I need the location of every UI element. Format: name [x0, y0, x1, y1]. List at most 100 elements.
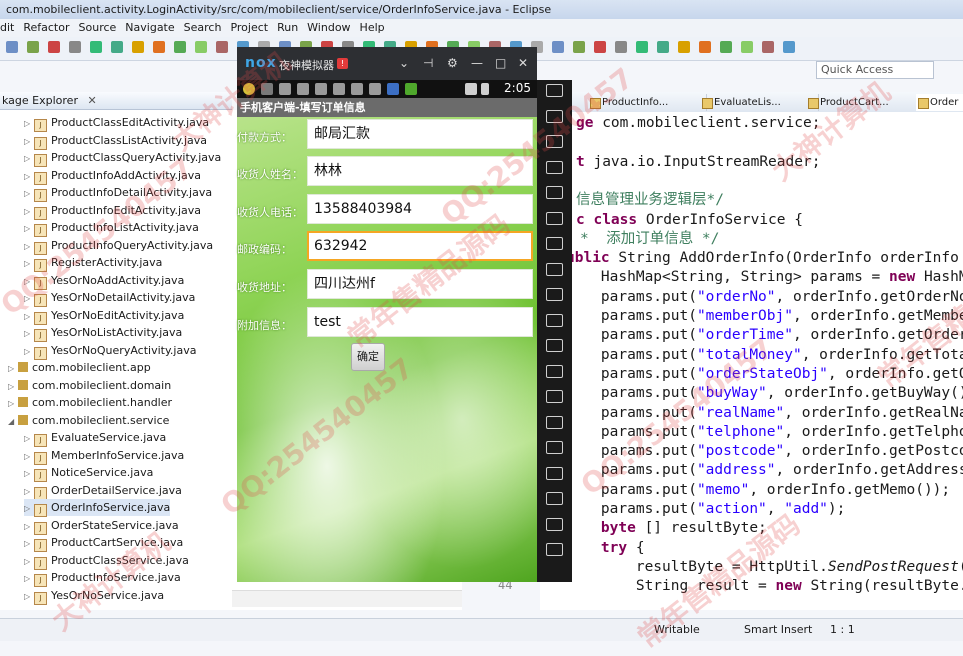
- expand-right-icon[interactable]: ▷: [24, 518, 34, 535]
- shake-icon[interactable]: [546, 339, 563, 352]
- package-node[interactable]: ◢ com.mobileclient.service: [8, 412, 169, 429]
- expand-right-icon[interactable]: ▷: [24, 150, 34, 167]
- expand-right-icon[interactable]: ▷: [24, 343, 34, 360]
- file-node[interactable]: ▷ J ProductInfoEditActivity.java: [24, 202, 201, 220]
- expand-right-icon[interactable]: ▷: [24, 570, 34, 587]
- expand-right-icon[interactable]: ▷: [8, 378, 18, 395]
- toolbar-button-icon[interactable]: [174, 41, 186, 53]
- expand-right-icon[interactable]: ▷: [8, 360, 18, 377]
- expand-right-icon[interactable]: ▷: [24, 290, 34, 307]
- receiver-phone-field[interactable]: 13588403984: [307, 194, 533, 224]
- toolbar-button-icon[interactable]: [678, 41, 690, 53]
- expand-right-icon[interactable]: ▷: [24, 185, 34, 202]
- file-node[interactable]: ▷ J ProductInfoQueryActivity.java: [24, 237, 213, 255]
- back-icon[interactable]: [546, 492, 563, 505]
- expand-right-icon[interactable]: ▷: [24, 220, 34, 237]
- multi-instance-icon[interactable]: [546, 466, 563, 480]
- toolbar-button-icon[interactable]: [762, 41, 774, 53]
- editor-tab[interactable]: EvaluateLis...: [700, 94, 819, 111]
- toolbar-button-icon[interactable]: [27, 41, 39, 53]
- expand-right-icon[interactable]: ▷: [24, 588, 34, 605]
- editor-tab[interactable]: ProductCart...: [806, 94, 925, 111]
- toolbar-button-icon[interactable]: [195, 41, 207, 53]
- toolbar-button-icon[interactable]: [720, 41, 732, 53]
- alert-badge[interactable]: !: [337, 58, 348, 69]
- menu-item-navigate[interactable]: Navigate: [125, 21, 174, 34]
- expand-right-icon[interactable]: ▷: [24, 238, 34, 255]
- file-node[interactable]: ▷ J OrderDetailService.java: [24, 482, 182, 500]
- file-node[interactable]: ▷ J YesOrNoEditActivity.java: [24, 307, 184, 325]
- expand-right-icon[interactable]: ▷: [24, 500, 34, 517]
- menu-item-dit[interactable]: dit: [0, 21, 14, 34]
- apk-icon[interactable]: [546, 313, 563, 327]
- toolbar-button-icon[interactable]: [111, 41, 123, 53]
- screen-icon[interactable]: [546, 211, 563, 225]
- file-node[interactable]: ▷ J ProductInfoListActivity.java: [24, 219, 199, 237]
- quick-access-input[interactable]: Quick Access: [816, 61, 934, 79]
- package-explorer-tab[interactable]: kage Explorer ✕: [0, 92, 232, 110]
- package-node[interactable]: ▷ com.mobileclient.handler: [8, 394, 172, 411]
- keyboard-icon[interactable]: [546, 109, 563, 123]
- toolbar-button-icon[interactable]: [552, 41, 564, 53]
- menu-icon[interactable]: [546, 441, 563, 454]
- maximize-icon[interactable]: □: [495, 56, 506, 70]
- toolbar-button-icon[interactable]: [153, 41, 165, 53]
- expand-right-icon[interactable]: ▷: [24, 465, 34, 482]
- menu-item-window[interactable]: Window: [307, 21, 350, 34]
- screenshot-icon[interactable]: [546, 135, 563, 148]
- dropdown-icon[interactable]: ⌄: [399, 56, 409, 70]
- volume-down-icon[interactable]: [546, 288, 563, 301]
- close-icon[interactable]: ✕: [87, 94, 96, 107]
- settings-icon[interactable]: ⚙: [447, 56, 458, 70]
- toolbar-button-icon[interactable]: [48, 41, 60, 53]
- file-node[interactable]: ▷ J YesOrNoDetailActivity.java: [24, 289, 195, 307]
- expand-right-icon[interactable]: ▷: [24, 168, 34, 185]
- toolbar-button-icon[interactable]: [573, 41, 585, 53]
- file-node[interactable]: ▷ J YesOrNoAddActivity.java: [24, 272, 184, 290]
- file-node[interactable]: ▷ J EvaluateService.java: [24, 429, 166, 447]
- toolbar-button-icon[interactable]: [90, 41, 102, 53]
- expand-right-icon[interactable]: ▷: [24, 115, 34, 132]
- expand-right-icon[interactable]: ▷: [24, 553, 34, 570]
- submit-button[interactable]: 确定: [351, 343, 385, 371]
- memo-field[interactable]: test: [307, 307, 533, 337]
- toolbar-button-icon[interactable]: [132, 41, 144, 53]
- expand-right-icon[interactable]: ▷: [24, 203, 34, 220]
- resize-icon[interactable]: [546, 237, 563, 250]
- file-node[interactable]: ▷ J ProductInfoService.java: [24, 569, 181, 587]
- expand-right-icon[interactable]: ▷: [24, 308, 34, 325]
- expand-right-icon[interactable]: ▷: [24, 133, 34, 150]
- volume-up-icon[interactable]: [546, 262, 563, 276]
- editor-tab[interactable]: Order: [916, 94, 963, 111]
- file-node[interactable]: ▷ J MemberInfoService.java: [24, 447, 184, 465]
- expand-right-icon[interactable]: ▷: [24, 448, 34, 465]
- payment-method-field[interactable]: 邮局汇款: [307, 119, 533, 149]
- pin-icon[interactable]: ⊣: [423, 56, 433, 70]
- file-node[interactable]: ▷ J ProductClassListActivity.java: [24, 132, 207, 150]
- recent-icon[interactable]: [546, 543, 563, 556]
- scissors-icon[interactable]: [546, 160, 563, 174]
- file-node[interactable]: ▷ J RegisterActivity.java: [24, 254, 162, 272]
- toolbar-button-icon[interactable]: [69, 41, 81, 53]
- minimize-icon[interactable]: —: [471, 56, 483, 70]
- record-icon[interactable]: [546, 390, 563, 403]
- package-node[interactable]: ▷ com.mobileclient.app: [8, 359, 151, 376]
- code-editor[interactable]: ge com.mobileclient.service; t java.io.In…: [498, 112, 963, 610]
- close-icon[interactable]: ✕: [518, 56, 528, 70]
- expand-right-icon[interactable]: ▷: [24, 255, 34, 272]
- address-field[interactable]: 四川达州f: [307, 269, 533, 299]
- expand-right-icon[interactable]: ▷: [24, 430, 34, 447]
- toolbar-button-icon[interactable]: [699, 41, 711, 53]
- file-node[interactable]: ▷ J NoticeService.java: [24, 464, 153, 482]
- more-icon[interactable]: [546, 84, 563, 97]
- file-node[interactable]: ▷ J ProductInfoAddActivity.java: [24, 167, 201, 185]
- file-node[interactable]: ▷ J YesOrNoService.java: [24, 587, 164, 605]
- editor-tab[interactable]: ProductInfo...: [588, 94, 707, 111]
- location-icon[interactable]: [546, 186, 563, 199]
- multi-window-icon[interactable]: [546, 364, 563, 378]
- toolbar-button-icon[interactable]: [657, 41, 669, 53]
- postcode-field[interactable]: 632942: [307, 231, 533, 261]
- file-node[interactable]: ▷ J ProductClassQueryActivity.java: [24, 149, 221, 167]
- expand-right-icon[interactable]: ▷: [24, 535, 34, 552]
- file-node[interactable]: ▷ J OrderStateService.java: [24, 517, 179, 535]
